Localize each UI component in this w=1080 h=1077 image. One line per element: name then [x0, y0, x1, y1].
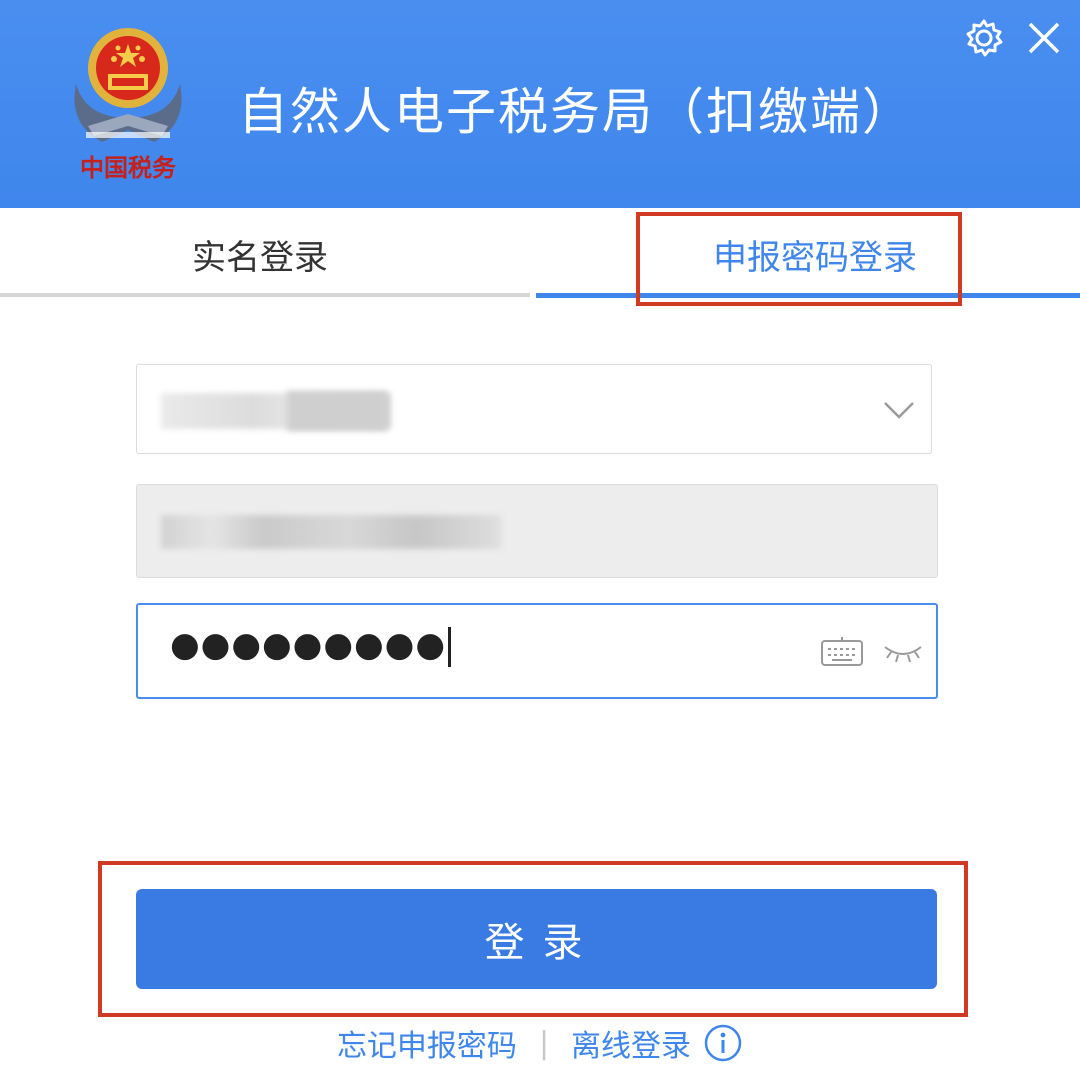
- national-emblem-icon: 中国税务: [58, 14, 198, 184]
- app-header: 中国税务 自然人电子税务局（扣缴端）: [0, 0, 1080, 208]
- tab-realname-login[interactable]: 实名登录: [0, 208, 520, 300]
- blurred-account-value-2: [287, 391, 387, 431]
- footer-links: 忘记申报密码 | 离线登录: [0, 1018, 1080, 1068]
- taxpayer-name-field: [136, 484, 938, 578]
- eye-closed-icon[interactable]: [882, 641, 924, 665]
- forgot-password-link[interactable]: 忘记申报密码: [337, 1021, 517, 1065]
- password-value: ●●●●●●●●●: [170, 625, 447, 665]
- account-select[interactable]: [136, 364, 932, 454]
- gear-icon[interactable]: [962, 16, 1006, 60]
- highlight-box-login: [98, 861, 968, 1017]
- offline-login-link[interactable]: 离线登录: [571, 1021, 691, 1065]
- link-separator: |: [538, 1025, 550, 1061]
- highlight-box-tab: [636, 212, 962, 306]
- blurred-name-value: [161, 515, 501, 549]
- chevron-down-icon[interactable]: [877, 387, 921, 431]
- password-text[interactable]: ●●●●●●●●●: [170, 625, 452, 667]
- password-input[interactable]: ●●●●●●●●●: [136, 603, 938, 699]
- app-title: 自然人电子税务局（扣缴端）: [238, 83, 914, 141]
- keyboard-icon[interactable]: [820, 637, 864, 667]
- text-cursor: [448, 626, 452, 667]
- logo-text: 中国税务: [80, 153, 177, 182]
- info-icon[interactable]: [703, 1023, 743, 1063]
- tab-underline-inactive: [0, 293, 530, 297]
- close-icon[interactable]: [1022, 16, 1066, 60]
